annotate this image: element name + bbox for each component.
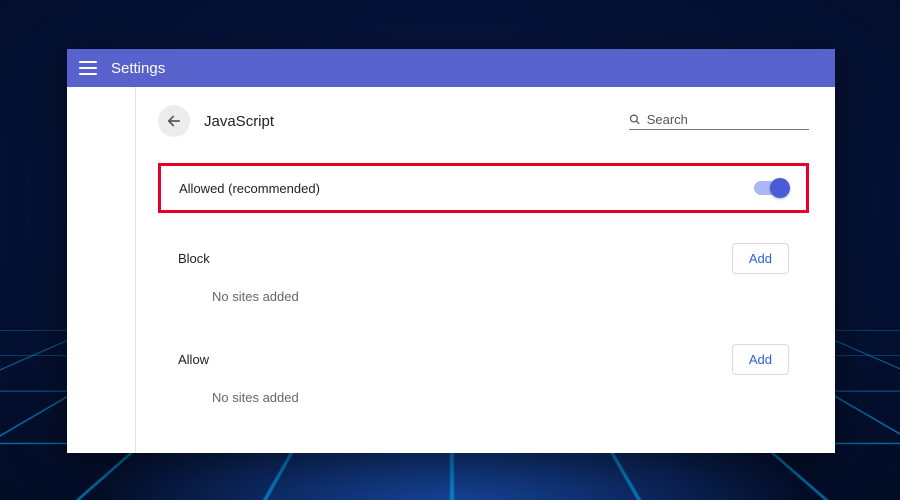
window-body: JavaScript Allowed (recommended) Block A… bbox=[67, 87, 835, 453]
arrow-left-icon bbox=[165, 112, 183, 130]
content-area: JavaScript Allowed (recommended) Block A… bbox=[136, 87, 835, 453]
block-section-header: Block Add bbox=[158, 241, 809, 275]
header-title: Settings bbox=[111, 60, 165, 77]
block-empty-text: No sites added bbox=[158, 275, 809, 304]
menu-icon[interactable] bbox=[79, 61, 97, 75]
toggle-knob-icon bbox=[770, 178, 790, 198]
allowed-toggle-label: Allowed (recommended) bbox=[179, 181, 320, 196]
allow-empty-text: No sites added bbox=[158, 376, 809, 405]
allowed-toggle-row: Allowed (recommended) bbox=[158, 163, 809, 213]
window-header: Settings bbox=[67, 49, 835, 87]
allow-section-header: Allow Add bbox=[158, 342, 809, 376]
page-title: JavaScript bbox=[204, 113, 274, 130]
settings-window: Settings JavaScript Allowed (recommended… bbox=[67, 49, 835, 453]
block-add-button[interactable]: Add bbox=[732, 243, 789, 274]
allow-section-title: Allow bbox=[178, 352, 209, 367]
allowed-toggle[interactable] bbox=[754, 181, 788, 195]
block-section-title: Block bbox=[178, 251, 210, 266]
search-field[interactable] bbox=[629, 112, 809, 130]
search-icon bbox=[629, 113, 641, 126]
title-row: JavaScript bbox=[158, 101, 809, 141]
search-input[interactable] bbox=[647, 112, 809, 127]
back-button[interactable] bbox=[158, 105, 190, 137]
allow-add-button[interactable]: Add bbox=[732, 344, 789, 375]
sidebar-gutter bbox=[67, 87, 136, 453]
